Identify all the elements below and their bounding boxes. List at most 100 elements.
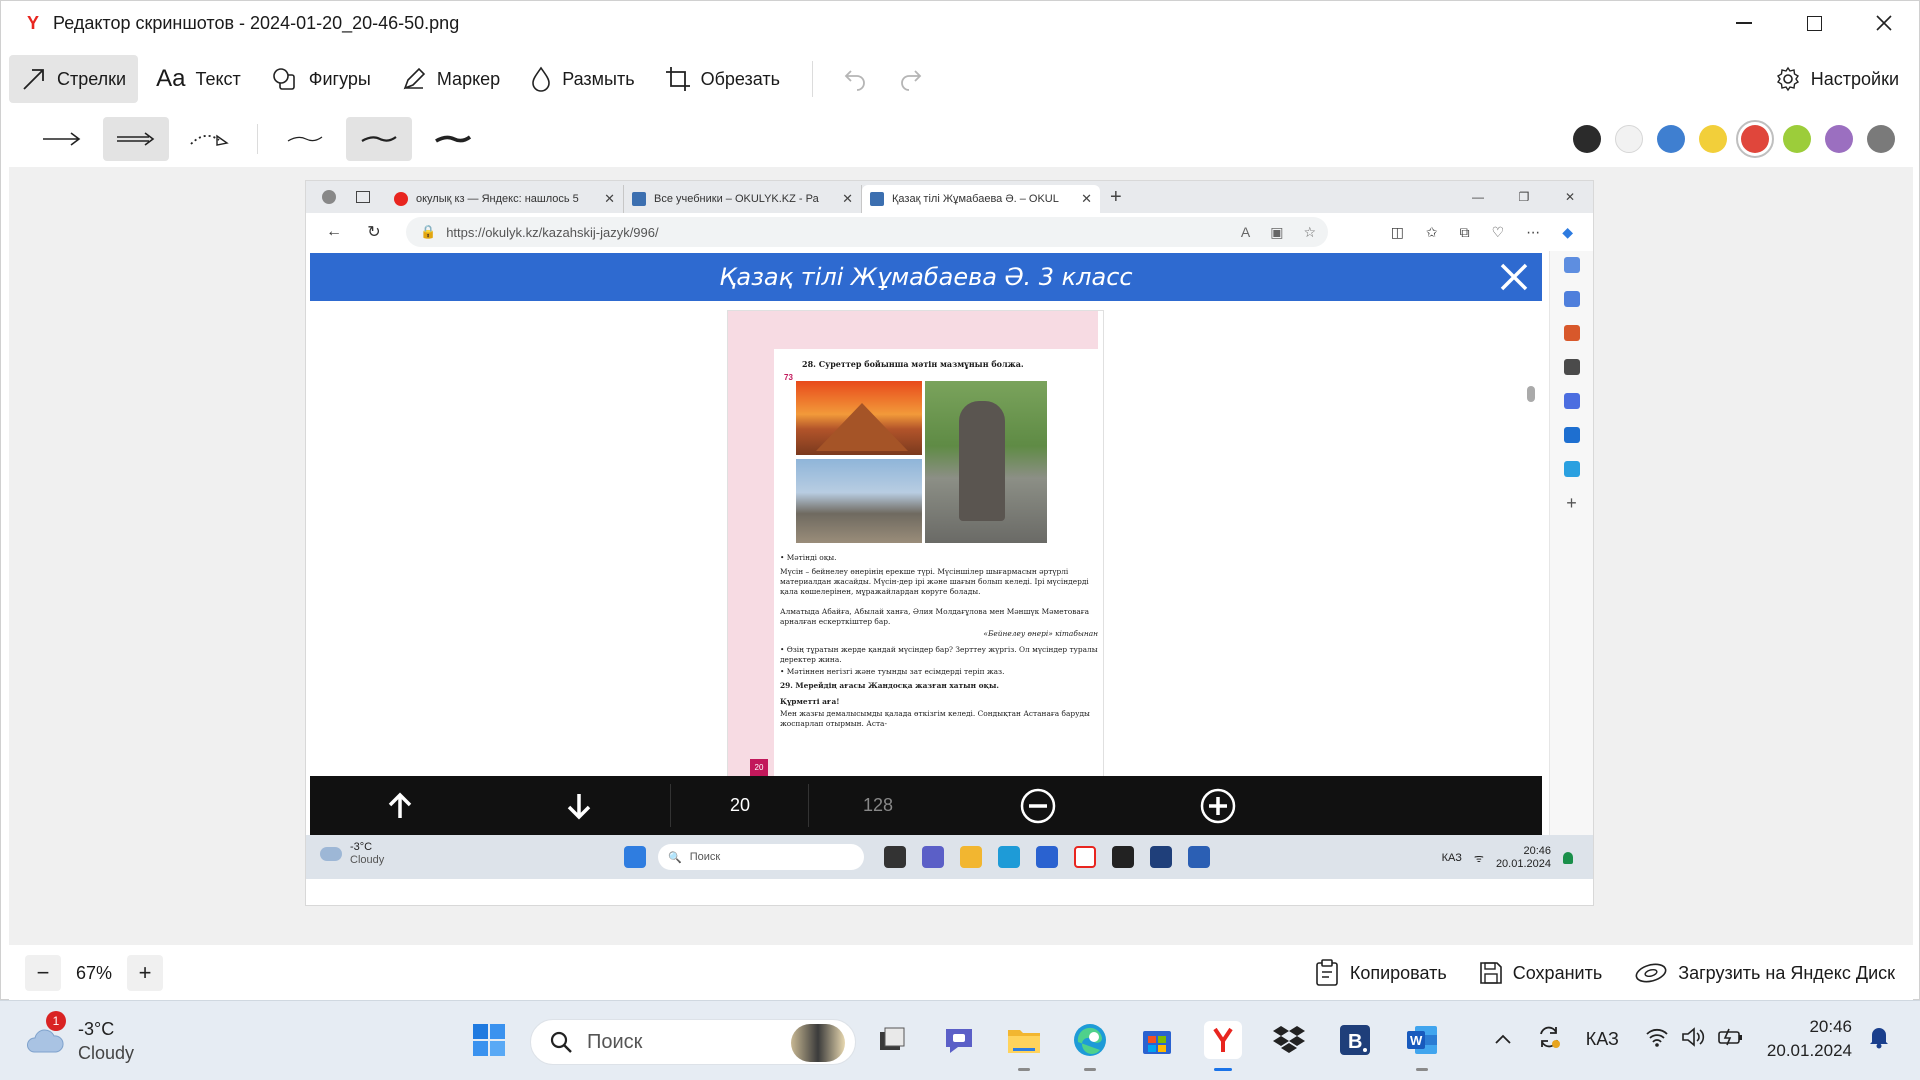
read-aloud-icon[interactable]: A xyxy=(1241,224,1250,241)
mini-bell-icon xyxy=(1563,852,1573,864)
tools-icon[interactable] xyxy=(1563,325,1580,341)
line-width-thick[interactable] xyxy=(420,117,486,161)
dropbox-button[interactable] xyxy=(1270,1021,1308,1059)
mini-weather: -3°C Cloudy xyxy=(320,841,384,867)
tab-close-icon[interactable]: ✕ xyxy=(1081,191,1092,207)
tool-arrows[interactable]: Стрелки xyxy=(9,55,139,103)
notification-bell-icon[interactable] xyxy=(1868,1025,1890,1054)
chevron-up-icon[interactable] xyxy=(1494,1029,1512,1050)
color-swatch[interactable] xyxy=(1615,125,1643,153)
send-icon[interactable] xyxy=(1563,461,1580,477)
viewer-close-icon[interactable] xyxy=(1498,261,1530,293)
address-bar[interactable]: 🔒 https://okulyk.kz/kazahskij-jazyk/996/… xyxy=(406,217,1328,247)
volume-icon[interactable] xyxy=(1681,1026,1705,1053)
more-icon[interactable]: ⋯ xyxy=(1526,224,1540,241)
favorite-star-icon[interactable]: ☆ xyxy=(1303,224,1316,241)
favorites-icon[interactable]: ✩ xyxy=(1426,224,1438,241)
zoom-in-button[interactable]: + xyxy=(127,955,163,991)
current-page-field[interactable]: 20 xyxy=(672,776,808,835)
zoom-out-button[interactable] xyxy=(1016,776,1060,835)
reader-view-icon[interactable]: ▣ xyxy=(1270,224,1283,241)
settings-button[interactable]: Настройки xyxy=(1775,55,1899,103)
m365-icon[interactable] xyxy=(1563,393,1580,409)
start-button[interactable] xyxy=(470,1021,508,1059)
clock[interactable]: 20:46 20.01.2024 xyxy=(1767,1015,1852,1063)
save-button[interactable]: Сохранить xyxy=(1479,961,1602,985)
color-swatch[interactable] xyxy=(1657,125,1685,153)
add-icon[interactable]: + xyxy=(1566,494,1577,512)
split-screen-icon[interactable]: ◫ xyxy=(1391,224,1404,241)
browser-restore-button[interactable]: ❐ xyxy=(1501,181,1547,213)
arrow-style-thin[interactable] xyxy=(29,117,95,161)
arrow-style-double[interactable] xyxy=(103,117,169,161)
line-width-thin[interactable] xyxy=(272,117,338,161)
b-app-button[interactable]: B xyxy=(1336,1021,1374,1059)
file-explorer-button[interactable] xyxy=(1005,1021,1043,1071)
arrow-tool-icon xyxy=(23,69,44,90)
zoom-in-button[interactable] xyxy=(1196,776,1240,835)
next-page-button[interactable] xyxy=(557,776,601,835)
tool-blur[interactable]: Размыть xyxy=(518,55,646,103)
games-icon[interactable] xyxy=(1563,359,1580,375)
undo-button[interactable] xyxy=(827,55,883,103)
color-swatch[interactable] xyxy=(1825,125,1853,153)
color-swatch[interactable] xyxy=(1783,125,1811,153)
tool-text[interactable]: Aa Текст xyxy=(144,55,253,103)
color-swatch[interactable] xyxy=(1699,125,1727,153)
browser-essentials-icon[interactable]: ♡ xyxy=(1492,224,1505,241)
maximize-button[interactable] xyxy=(1779,1,1849,45)
line-width-medium[interactable] xyxy=(346,117,412,161)
browser-close-button[interactable]: ✕ xyxy=(1547,181,1593,213)
redo-button[interactable] xyxy=(883,55,939,103)
weather-widget[interactable]: 1 -3°C Cloudy xyxy=(26,1011,134,1065)
textbook-page: 73 28. Суреттер бойынша мәтін мазмұнын б… xyxy=(728,311,1103,776)
reload-button[interactable]: ↻ xyxy=(354,217,394,247)
collections-icon[interactable]: ⧉ xyxy=(1460,224,1470,241)
tool-crop[interactable]: Обрезать xyxy=(653,55,792,103)
yandex-disk-icon xyxy=(1635,963,1667,983)
mini-wifi-icon: ᯤ xyxy=(1473,852,1484,865)
chat-button[interactable] xyxy=(940,1021,978,1059)
tab-close-icon[interactable]: ✕ xyxy=(604,191,615,207)
task-view-button[interactable] xyxy=(873,1021,911,1059)
yandex-browser-icon xyxy=(1213,1027,1233,1052)
outlook-icon[interactable] xyxy=(1563,427,1580,443)
tool-shapes[interactable]: Фигуры xyxy=(259,55,383,103)
wifi-icon[interactable] xyxy=(1645,1027,1669,1052)
dropbox-icon xyxy=(1273,1026,1305,1053)
language-indicator[interactable]: КАЗ xyxy=(1586,1029,1619,1050)
back-button[interactable]: ← xyxy=(314,217,354,247)
close-button[interactable] xyxy=(1849,1,1919,45)
edge-button[interactable] xyxy=(1071,1021,1109,1071)
minimize-button[interactable] xyxy=(1709,1,1779,45)
browser-tab[interactable]: Все учебники – OKULYK.KZ - Ра ✕ xyxy=(624,185,862,213)
color-swatch[interactable] xyxy=(1736,120,1774,158)
browser-minimize-button[interactable]: — xyxy=(1455,181,1501,213)
browser-tab-active[interactable]: Қазақ тілі Жұмабаева Ә. – OKUL ✕ xyxy=(862,185,1100,213)
tab-close-icon[interactable]: ✕ xyxy=(842,191,853,207)
search-icon[interactable] xyxy=(1563,257,1580,273)
color-swatch[interactable] xyxy=(1573,125,1601,153)
zoom-out-button[interactable]: − xyxy=(25,955,61,991)
copy-button[interactable]: Копировать xyxy=(1314,959,1447,987)
arrow-up-icon xyxy=(388,792,412,818)
shopping-icon[interactable] xyxy=(1563,291,1580,307)
prev-page-button[interactable] xyxy=(378,776,422,835)
sync-icon[interactable] xyxy=(1536,1024,1562,1055)
upload-yandex-disk-button[interactable]: Загрузить на Яндекс Диск xyxy=(1634,962,1895,984)
scrollbar-thumb[interactable] xyxy=(1527,386,1535,402)
viewer-scrollbar[interactable] xyxy=(1522,301,1540,776)
color-swatch[interactable] xyxy=(1867,125,1895,153)
tool-marker[interactable]: Маркер xyxy=(389,55,512,103)
yandex-browser-button[interactable] xyxy=(1204,1021,1242,1071)
store-button[interactable] xyxy=(1138,1021,1176,1059)
new-tab-button[interactable]: + xyxy=(1110,186,1122,209)
taskbar-search[interactable]: Поиск xyxy=(530,1019,856,1065)
arrow-style-dotted[interactable] xyxy=(177,117,243,161)
screenshot-image[interactable]: окулық кз — Яндекс: нашлось 5 ✕ Все учеб… xyxy=(306,181,1593,905)
lock-icon: 🔒 xyxy=(420,224,437,239)
word-button[interactable]: W xyxy=(1403,1021,1441,1071)
copilot-icon[interactable]: ◆ xyxy=(1562,224,1573,241)
battery-icon[interactable] xyxy=(1717,1027,1743,1052)
browser-tab[interactable]: окулық кз — Яндекс: нашлось 5 ✕ xyxy=(386,185,624,213)
